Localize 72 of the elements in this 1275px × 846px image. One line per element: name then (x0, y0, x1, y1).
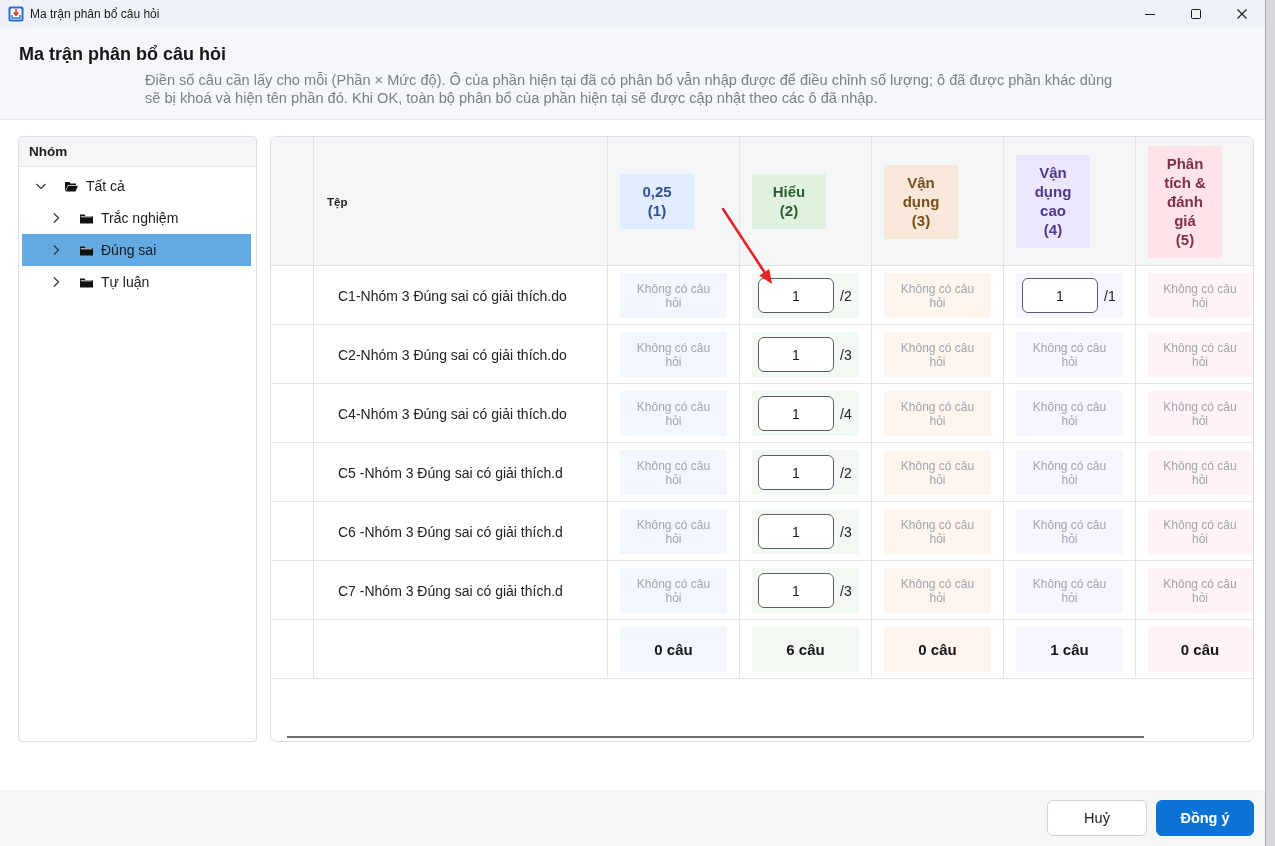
level-badge: Hiểu (2) (752, 174, 826, 229)
no-questions-note: Không có câu hỏi (1148, 391, 1252, 436)
count-input[interactable]: 1 (758, 396, 834, 431)
total-count: 1 câu (1016, 627, 1123, 672)
total-count: 0 câu (620, 627, 727, 672)
no-questions-note: Không có câu hỏi (620, 450, 727, 495)
total-count: 0 câu (884, 627, 991, 672)
no-questions-note: Không có câu hỏi (884, 568, 991, 613)
file-name: C5 -Nhóm 3 Đúng sai có giải thích.d (338, 464, 563, 481)
close-icon (1237, 9, 1247, 19)
level-badge: Vận dụng cao (4) (1016, 155, 1090, 248)
file-name: C2-Nhóm 3 Đúng sai có giải thích.do (338, 346, 567, 363)
available-count: /2 (840, 287, 852, 304)
total-count: 0 câu (1148, 627, 1252, 672)
no-questions-note: Không có câu hỏi (620, 332, 727, 377)
no-questions-note: Không có câu hỏi (1148, 568, 1252, 613)
no-questions-note: Không có câu hỏi (620, 273, 727, 318)
no-questions-note: Không có câu hỏi (620, 568, 727, 613)
file-name: C6 -Nhóm 3 Đúng sai có giải thích.d (338, 523, 563, 540)
no-questions-note: Không có câu hỏi (1148, 450, 1252, 495)
count-input[interactable]: 1 (758, 278, 834, 313)
no-questions-note: Không có câu hỏi (884, 391, 991, 436)
file-name: C7 -Nhóm 3 Đúng sai có giải thích.d (338, 582, 563, 599)
available-count: /1 (1104, 287, 1116, 304)
no-questions-note: Không có câu hỏi (1016, 568, 1123, 613)
level-badge: Vận dụng (3) (884, 164, 958, 239)
available-count: /3 (840, 523, 852, 540)
tree-item[interactable]: Tất cả (22, 170, 251, 202)
folder-icon (80, 244, 93, 256)
no-questions-note: Không có câu hỏi (620, 391, 727, 436)
count-input[interactable]: 1 (1022, 278, 1098, 313)
no-questions-note: Không có câu hỏi (884, 273, 991, 318)
no-questions-note: Không có câu hỏi (1016, 391, 1123, 436)
no-questions-note: Không có câu hỏi (1016, 332, 1123, 377)
available-count: /2 (840, 464, 852, 481)
folder-icon (80, 212, 93, 224)
no-questions-note: Không có câu hỏi (884, 509, 991, 554)
no-questions-note: Không có câu hỏi (884, 450, 991, 495)
no-questions-note: Không có câu hỏi (1016, 450, 1123, 495)
tree-item[interactable]: Tự luận (22, 266, 251, 298)
tree-item[interactable]: Đúng sai (22, 234, 251, 266)
no-questions-note: Không có câu hỏi (884, 332, 991, 377)
no-questions-note: Không có câu hỏi (1016, 509, 1123, 554)
available-count: /3 (840, 346, 852, 363)
open-folder-icon (65, 180, 78, 192)
no-questions-note: Không có câu hỏi (620, 509, 727, 554)
column-header: Tệp (327, 195, 348, 208)
count-input[interactable]: 1 (758, 455, 834, 490)
folder-icon (80, 276, 93, 288)
no-questions-note: Không có câu hỏi (1148, 332, 1252, 377)
window-title: Ma trận phân bổ câu hỏi (30, 7, 160, 21)
count-input[interactable]: 1 (758, 573, 834, 608)
sidebar-header: Nhóm (19, 137, 256, 167)
available-count: /3 (840, 582, 852, 599)
horizontal-scrollbar[interactable] (287, 736, 1144, 738)
level-badge: 0,25 (1) (620, 174, 694, 229)
tray-arrow-icon (8, 6, 24, 22)
cancel-button[interactable]: Huỷ (1047, 800, 1147, 836)
level-badge: Phân tích & đánh giá (5) (1148, 145, 1222, 258)
maximize-icon (1191, 9, 1201, 19)
no-questions-note: Không có câu hỏi (1148, 509, 1252, 554)
file-name: C4-Nhóm 3 Đúng sai có giải thích.do (338, 405, 567, 422)
file-name: C1-Nhóm 3 Đúng sai có giải thích.do (338, 287, 567, 304)
confirm-button[interactable]: Đồng ý (1156, 800, 1254, 836)
no-questions-note: Không có câu hỏi (1148, 273, 1252, 318)
available-count: /4 (840, 405, 852, 422)
total-count: 6 câu (752, 627, 859, 672)
count-input[interactable]: 1 (758, 514, 834, 549)
count-input[interactable]: 1 (758, 337, 834, 372)
tree-item[interactable]: Trắc nghiệm (22, 202, 251, 234)
dialog-title: Ma trận phân bổ câu hỏi (19, 43, 227, 65)
dialog-description: Điền số câu cần lấy cho mỗi (Phần × Mức độ). Ô của phần hiện tại đã có phân bổ vẫn nhập được để điều chỉnh số lượng; ô đã được phần khác dùng sẽ bị khoá và hiện tên phần đó. Khi OK, toàn bộ phân bổ của phần hiện tại sẽ được cập nhật theo các ô đã nhập. (145, 71, 1114, 107)
